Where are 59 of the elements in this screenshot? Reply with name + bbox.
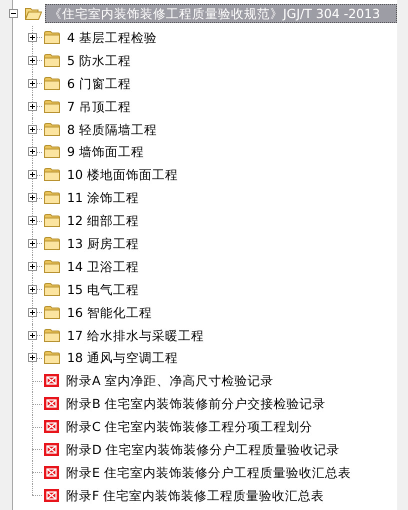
expand-icon[interactable] xyxy=(28,238,37,248)
tree-item[interactable]: 12 细部工程 xyxy=(65,211,141,230)
tree-item[interactable]: 6 门窗工程 xyxy=(65,74,133,93)
tree-item[interactable]: 附录A 室内净距、净高尺寸检验记录 xyxy=(64,371,276,390)
tree-item[interactable]: 8 轻质隔墙工程 xyxy=(65,120,159,138)
tree-item[interactable]: 10 楼地面饰面工程 xyxy=(65,165,180,184)
tree-item[interactable]: 附录E 住宅室内装饰装修分户工程质量验收汇总表 xyxy=(64,462,353,482)
folder-icon xyxy=(44,54,60,67)
open-folder-icon xyxy=(25,6,42,20)
folder-icon xyxy=(44,236,60,250)
tree-item[interactable]: 附录F 住宅室内装饰装修工程质量验收汇总表 xyxy=(64,486,326,505)
expand-icon[interactable] xyxy=(28,193,37,202)
folder-icon xyxy=(44,260,60,273)
folder-icon xyxy=(44,282,60,296)
tree-item[interactable]: 13 厨房工程 xyxy=(65,234,141,253)
error-document-icon xyxy=(44,466,59,479)
folder-icon xyxy=(44,351,60,364)
error-document-icon xyxy=(44,397,59,410)
tree-item[interactable]: 附录C 住宅室内装饰装修工程分项工程划分 xyxy=(64,417,315,436)
collapse-icon[interactable] xyxy=(9,8,18,18)
error-document-icon xyxy=(44,442,59,456)
tree-item[interactable]: 11 涂饰工程 xyxy=(65,188,141,208)
tree-item[interactable]: 14 卫浴工程 xyxy=(65,256,141,276)
expand-icon[interactable] xyxy=(28,262,37,271)
folder-icon xyxy=(44,168,60,182)
tree-item[interactable]: 17 给水排水与采暖工程 xyxy=(65,326,206,345)
error-document-icon xyxy=(44,420,59,434)
tree-item[interactable]: 16 智能化工程 xyxy=(65,302,154,322)
tree-item[interactable]: 附录B 住宅室内装饰装修前分户交接检验记录 xyxy=(64,394,328,414)
expand-icon[interactable] xyxy=(28,284,37,294)
folder-icon xyxy=(44,306,60,319)
folder-icon xyxy=(44,76,60,90)
folder-icon xyxy=(44,191,60,204)
folder-icon xyxy=(44,328,60,342)
expand-icon[interactable] xyxy=(28,170,37,180)
expand-icon[interactable] xyxy=(28,32,37,42)
folder-icon xyxy=(44,100,60,113)
folder-icon xyxy=(44,30,60,44)
expand-icon[interactable] xyxy=(28,124,37,134)
tree-item[interactable]: 附录D 住宅室内装饰装修分户工程质量验收记录 xyxy=(64,440,342,459)
tree-item[interactable]: 7 吊顶工程 xyxy=(65,96,133,116)
expand-icon[interactable] xyxy=(28,216,37,226)
folder-icon xyxy=(44,214,60,228)
expand-icon[interactable] xyxy=(28,102,37,111)
expand-icon[interactable] xyxy=(28,147,37,156)
tree-item[interactable]: 9 墙饰面工程 xyxy=(65,142,146,162)
expand-icon[interactable] xyxy=(28,308,37,317)
expand-icon[interactable] xyxy=(28,56,37,65)
expand-icon[interactable] xyxy=(28,78,37,88)
folder-icon xyxy=(44,122,60,136)
folder-icon xyxy=(44,145,60,158)
tree-item[interactable]: 18 通风与空调工程 xyxy=(65,348,180,368)
expand-icon[interactable] xyxy=(28,330,37,340)
tree-item[interactable]: 15 电气工程 xyxy=(65,280,141,299)
error-document-icon xyxy=(44,374,59,388)
error-document-icon xyxy=(44,488,59,502)
tree-item[interactable]: 5 防水工程 xyxy=(65,50,133,70)
expand-icon[interactable] xyxy=(28,353,37,362)
tree-item[interactable]: 4 基层工程检验 xyxy=(65,28,159,47)
